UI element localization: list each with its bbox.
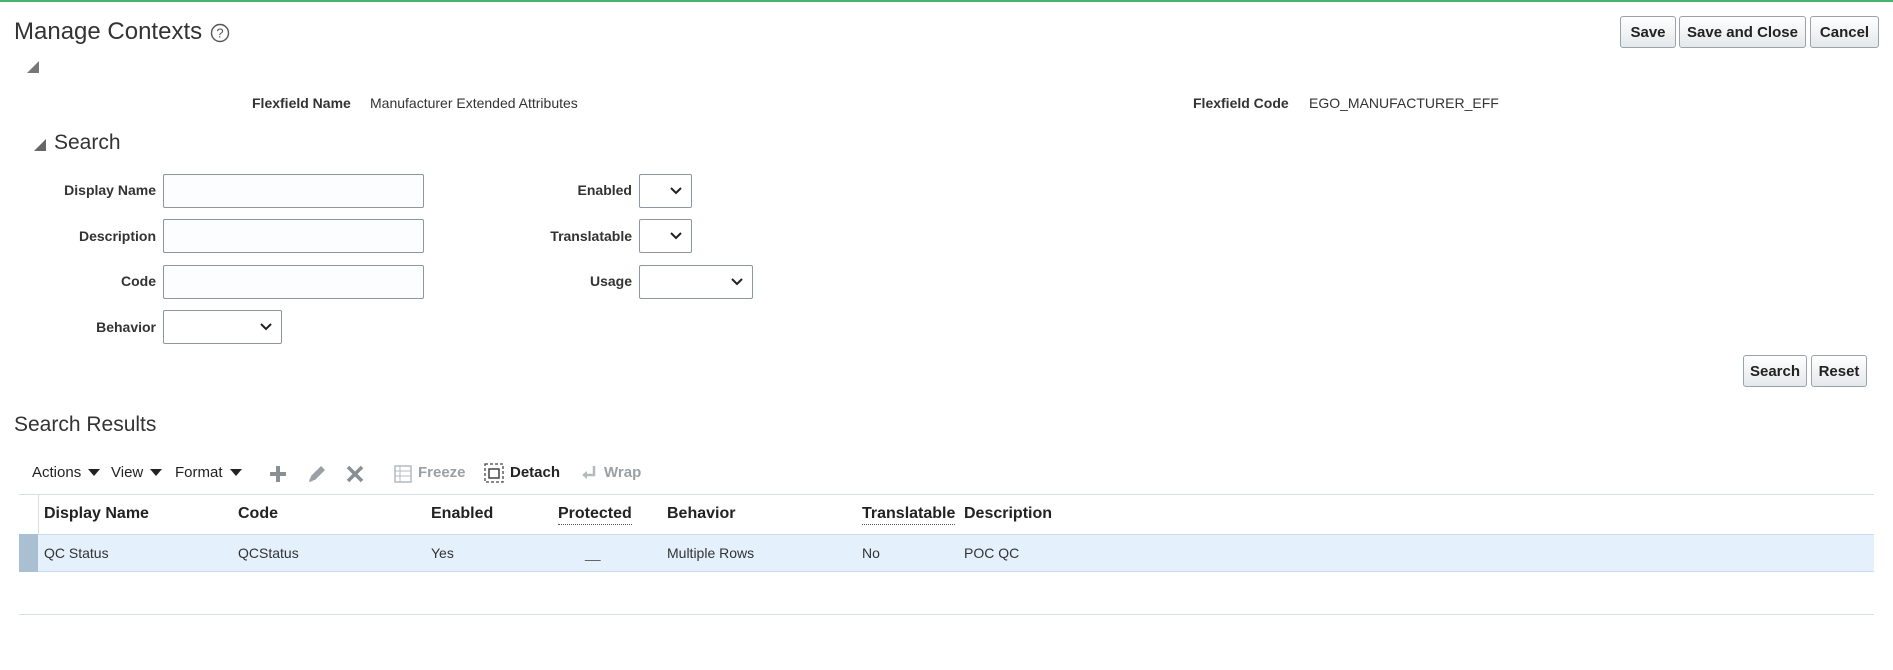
flexfield-code-value: EGO_MANUFACTURER_EFF xyxy=(1309,95,1499,111)
column-header-enabled[interactable]: Enabled xyxy=(431,505,493,523)
display-name-label: Display Name xyxy=(64,182,156,198)
cell-code: QCStatus xyxy=(238,545,299,561)
page-title: Manage Contexts xyxy=(14,18,203,45)
column-header-code[interactable]: Code xyxy=(238,505,278,523)
pencil-icon[interactable] xyxy=(306,463,328,485)
usage-select[interactable] xyxy=(639,265,753,299)
format-menu[interactable]: Format xyxy=(175,464,242,481)
chevron-down-icon xyxy=(670,187,682,195)
freeze-icon xyxy=(394,465,412,483)
cell-display-name: QC Status xyxy=(44,545,109,561)
description-label: Description xyxy=(78,228,156,244)
cell-enabled: Yes xyxy=(431,545,454,561)
actions-menu[interactable]: Actions xyxy=(32,464,101,481)
display-name-input[interactable] xyxy=(163,174,424,208)
cell-protected: __ xyxy=(585,545,601,561)
collapse-triangle-icon[interactable] xyxy=(27,61,39,73)
table-top-border xyxy=(19,494,1874,495)
chevron-down-icon xyxy=(670,232,682,240)
plus-icon[interactable] xyxy=(268,464,288,484)
cancel-button[interactable]: Cancel xyxy=(1810,16,1879,48)
reset-button[interactable]: Reset xyxy=(1811,355,1867,387)
svg-text:?: ? xyxy=(216,26,223,41)
help-icon[interactable]: ? xyxy=(210,23,230,43)
enabled-select[interactable] xyxy=(639,174,692,208)
caret-down-icon xyxy=(150,469,163,476)
view-menu[interactable]: View xyxy=(111,464,163,481)
column-header-protected[interactable]: Protected xyxy=(558,505,632,525)
caret-down-icon xyxy=(229,469,242,476)
detach-button[interactable]: Detach xyxy=(510,464,560,481)
column-header-display-name[interactable]: Display Name xyxy=(44,505,149,523)
column-header-description[interactable]: Description xyxy=(964,505,1052,523)
flexfield-name-value: Manufacturer Extended Attributes xyxy=(370,95,578,111)
freeze-button: Freeze xyxy=(418,464,466,481)
wrap-icon xyxy=(582,466,596,479)
cell-description: POC QC xyxy=(964,545,1020,561)
search-button[interactable]: Search xyxy=(1743,355,1807,387)
cell-translatable: No xyxy=(862,545,880,561)
flexfield-name-label: Flexfield Name xyxy=(252,95,351,111)
search-section-title: Search xyxy=(54,131,121,154)
column-header-behavior[interactable]: Behavior xyxy=(667,505,735,523)
search-collapse-icon[interactable] xyxy=(34,139,46,151)
flexfield-code-label: Flexfield Code xyxy=(1193,95,1289,111)
code-label: Code xyxy=(121,273,156,289)
cell-behavior: Multiple Rows xyxy=(667,545,755,561)
translatable-label: Translatable xyxy=(550,228,632,244)
save-and-close-button[interactable]: Save and Close xyxy=(1679,16,1806,48)
wrap-button: Wrap xyxy=(604,464,642,481)
top-accent-line xyxy=(0,0,1893,2)
enabled-label: Enabled xyxy=(577,182,632,198)
description-input[interactable] xyxy=(163,219,424,253)
x-icon[interactable] xyxy=(345,464,365,484)
usage-label: Usage xyxy=(589,273,632,289)
table-bottom-border xyxy=(19,614,1874,615)
translatable-select[interactable] xyxy=(639,219,692,253)
detach-icon xyxy=(484,463,504,483)
row-header-separator xyxy=(38,494,39,534)
behavior-select[interactable] xyxy=(163,310,282,344)
chevron-down-icon xyxy=(731,278,743,286)
save-button[interactable]: Save xyxy=(1620,16,1676,48)
chevron-down-icon xyxy=(260,323,272,331)
search-results-title: Search Results xyxy=(14,413,157,436)
column-header-translatable[interactable]: Translatable xyxy=(862,505,956,525)
behavior-label: Behavior xyxy=(96,319,156,335)
caret-down-icon xyxy=(88,469,101,476)
row-selector[interactable] xyxy=(19,534,38,572)
code-input[interactable] xyxy=(163,265,424,299)
